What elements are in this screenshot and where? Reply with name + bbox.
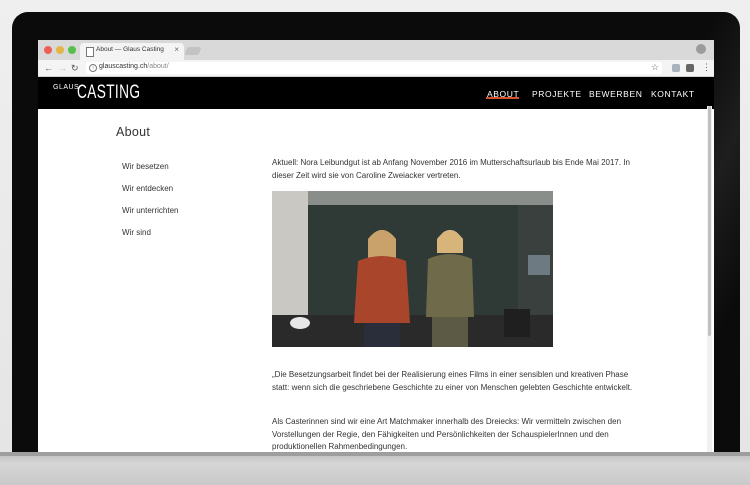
sidebar-item-wir-unterrichten[interactable]: Wir unterrichten — [122, 206, 178, 215]
page-icon — [86, 47, 94, 57]
tab-title: About — Glaus Casting — [96, 46, 164, 53]
sidebar-item-wir-entdecken[interactable]: Wir entdecken — [122, 184, 173, 193]
star-icon[interactable]: ☆ — [651, 62, 659, 73]
extension-icon[interactable] — [686, 64, 694, 72]
profile-icon[interactable] — [696, 44, 706, 54]
info-icon[interactable]: i — [89, 64, 97, 72]
sidebar-item-wir-sind[interactable]: Wir sind — [122, 228, 151, 237]
browser-tab[interactable]: About — Glaus Casting × — [80, 43, 184, 60]
logo-casting[interactable]: CASTING — [77, 82, 140, 104]
new-tab-button[interactable] — [184, 47, 202, 55]
nav-bewerben[interactable]: BEWERBEN — [589, 89, 642, 99]
reload-icon[interactable]: ↻ — [71, 62, 79, 74]
tab-close-icon[interactable]: × — [174, 45, 179, 55]
team-photo — [272, 191, 553, 347]
laptop-base — [0, 452, 750, 485]
active-nav-indicator — [486, 97, 519, 99]
close-window-button[interactable] — [44, 46, 52, 54]
maximize-window-button[interactable] — [68, 46, 76, 54]
extension-icon[interactable] — [672, 64, 680, 72]
browser-window: About — Glaus Casting × ← → ↻ i glauscas… — [38, 40, 714, 452]
nav-projekte[interactable]: PROJEKTE — [532, 89, 582, 99]
minimize-window-button[interactable] — [56, 46, 64, 54]
page-title: About — [116, 125, 151, 139]
back-arrow-icon[interactable]: ← — [44, 62, 53, 74]
sidebar-item-wir-besetzen[interactable]: Wir besetzen — [122, 162, 169, 171]
laptop-hinge — [0, 452, 750, 456]
url-domain: glauscasting.ch — [99, 63, 148, 70]
logo-glaus[interactable]: GLAUS — [53, 84, 79, 92]
url-path: /about/ — [147, 63, 169, 70]
url-text: glauscasting.ch/about/ — [99, 63, 169, 70]
body-paragraph: Als Casterinnen sind wir eine Art Matchm… — [272, 417, 622, 451]
url-field[interactable]: i glauscasting.ch/about/ ☆ — [86, 62, 662, 74]
forward-arrow-icon[interactable]: → — [58, 62, 67, 74]
intro-text: Aktuell: Nora Leibundgut ist ab Anfang N… — [272, 158, 630, 180]
site-header: GLAUS CASTING ABOUT PROJEKTE BEWERBEN KO… — [38, 77, 714, 109]
menu-icon[interactable]: ⋮ — [702, 61, 711, 73]
body-paragraph: „Die Besetzungsarbeit findet bei der Rea… — [272, 370, 633, 392]
nav-kontakt[interactable]: KONTAKT — [651, 89, 695, 99]
address-bar: ← → ↻ i glauscasting.ch/about/ ☆ ⋮ — [38, 60, 714, 77]
tab-bar: About — Glaus Casting × — [38, 40, 714, 60]
scrollbar-thumb[interactable] — [708, 106, 711, 336]
